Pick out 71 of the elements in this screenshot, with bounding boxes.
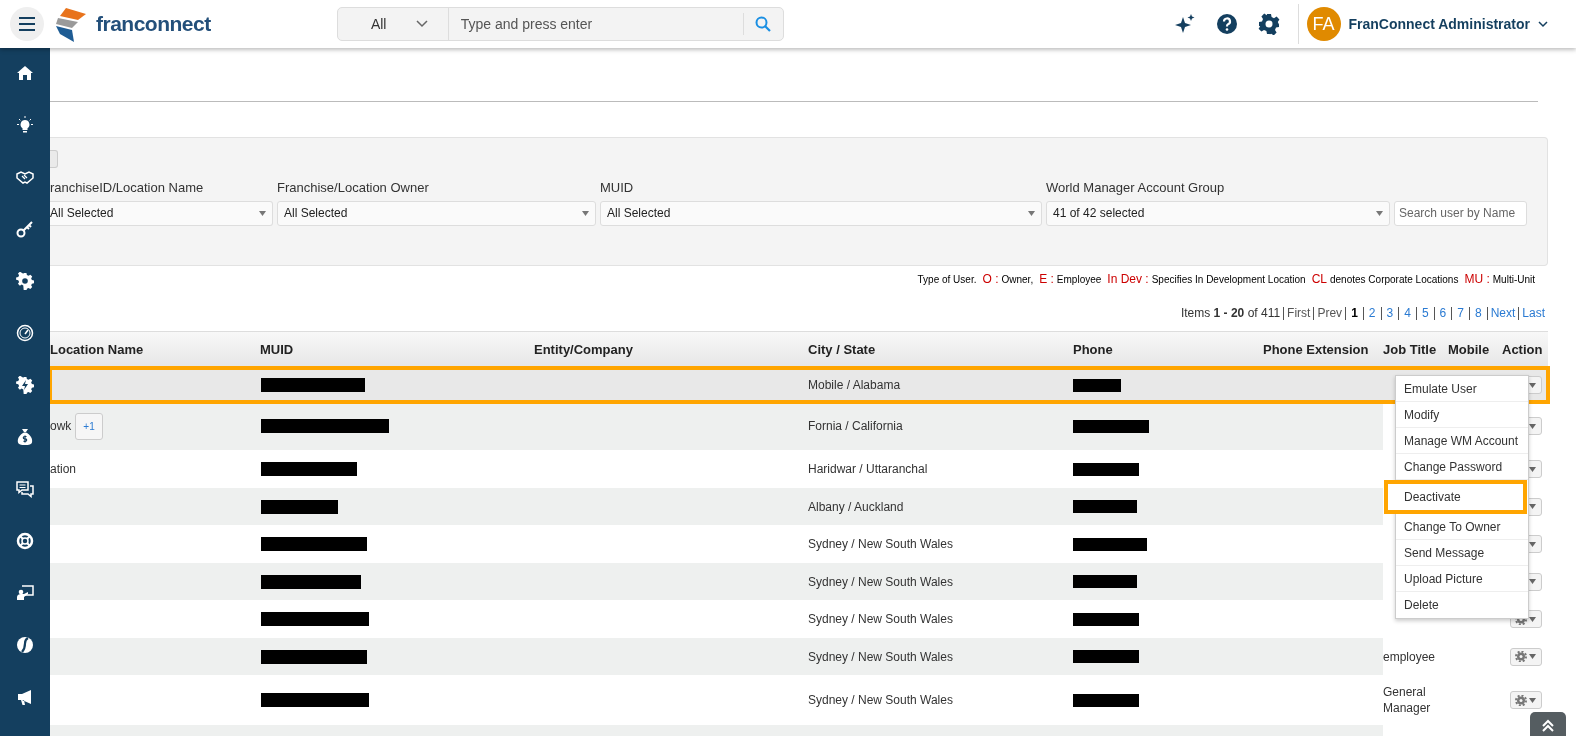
count-badge[interactable]: +1: [75, 412, 103, 440]
menu-item[interactable]: Emulate User: [1396, 376, 1528, 402]
table-row[interactable]: Albany / Auckland: [50, 488, 1383, 525]
legend-text: Multi-Unit: [1492, 273, 1535, 287]
legend-text: Specifies In Development Location: [1151, 273, 1306, 287]
column-header: Mobile: [1448, 341, 1491, 360]
column-header: Phone: [1073, 341, 1114, 360]
page-link[interactable]: 1: [1345, 306, 1363, 320]
table-cell-text: Albany / Auckland: [808, 498, 904, 516]
menu-item[interactable]: Change To Owner: [1396, 514, 1528, 540]
search-bar[interactable]: All Type and press enter: [336, 7, 784, 41]
legend-text: Owner,: [1001, 273, 1034, 287]
menu-item[interactable]: Modify: [1396, 402, 1528, 428]
logo-text: franconnect: [96, 11, 211, 38]
page-link[interactable]: 4: [1398, 306, 1416, 320]
pagination-summary: Items 1 - 20 of 411: [1180, 305, 1282, 322]
table-cell-text: Sydney / New South Wales: [808, 573, 953, 591]
table-row[interactable]: Sydney / New South Wales: [50, 563, 1383, 600]
column-header: City / State: [808, 341, 877, 360]
page-link[interactable]: 3: [1380, 306, 1399, 320]
menu-item[interactable]: Send Message: [1396, 540, 1528, 566]
filter-dropdown[interactable]: All Selected: [277, 200, 596, 226]
table-cell: employee: [1383, 648, 1436, 665]
page-link[interactable]: 2: [1362, 306, 1381, 320]
column-header: Phone Extension: [1263, 341, 1370, 360]
pagination-link[interactable]: Last: [1518, 306, 1548, 320]
page-link[interactable]: 7: [1451, 306, 1469, 320]
menu-item[interactable]: Upload Picture: [1396, 566, 1528, 592]
column-header: Action: [1502, 341, 1544, 360]
search-scope-dropdown[interactable]: All: [337, 8, 449, 40]
legend-code: E :: [1039, 271, 1054, 288]
page-link[interactable]: 8: [1468, 306, 1487, 320]
filter-label: Franchise/Location Owner: [277, 179, 430, 197]
table-cell-text: General Manager: [1383, 684, 1432, 716]
search-field[interactable]: Search user by Name: [1394, 200, 1527, 226]
table-cell-text: Haridwar / Uttaranchal: [808, 461, 928, 478]
legend-text: Type of User.: [917, 273, 977, 287]
page-link[interactable]: 5: [1415, 306, 1434, 320]
column-header: MUID: [260, 341, 295, 360]
menu-item[interactable]: Change Password: [1396, 454, 1528, 480]
column-header: Job Title: [1383, 341, 1438, 360]
column-header: Location Name: [50, 341, 145, 360]
menu-item[interactable]: Manage WM Account: [1396, 428, 1528, 454]
filter-dropdown[interactable]: All Selected: [50, 200, 273, 226]
legend-code: In Dev :: [1107, 271, 1149, 288]
filter-dropdown[interactable]: All Selected: [600, 200, 1042, 226]
menu-item[interactable]: Delete: [1396, 592, 1528, 618]
table-cell-text: Sydney / New South Wales: [808, 692, 953, 709]
legend-code: O :: [982, 271, 999, 288]
table-cell-text: Fornia / California: [808, 418, 903, 435]
column-header: Entity/Company: [534, 341, 634, 360]
table-cell-text: Sydney / New South Wales: [808, 648, 953, 666]
table-cell-text: ation: [50, 461, 77, 478]
filter-label: MUID: [600, 179, 635, 197]
table-cell-text: Sydney / New South Wales: [808, 611, 953, 628]
legend-text: denotes Corporate Locations: [1330, 273, 1459, 287]
filter-label: World Manager Account Group: [1046, 179, 1226, 197]
table-cell-text: Mobile / Alabama: [808, 377, 901, 394]
table-cell-text: owk: [50, 418, 72, 435]
filter-dropdown[interactable]: 41 of 42 selected: [1046, 200, 1390, 226]
legend-text: Employee: [1056, 273, 1102, 287]
menu-item[interactable]: Deactivate: [1384, 480, 1527, 514]
table-row[interactable]: Sydney / New South Wales: [50, 638, 1383, 675]
legend-code: CL: [1311, 271, 1327, 288]
legend-code: MU :: [1464, 271, 1490, 288]
table-row[interactable]: owk +1 Fornia / California: [50, 402, 1383, 450]
filter-label: ranchiseID/Location Name: [50, 179, 205, 197]
table-cell-text: Sydney / New South Wales: [808, 536, 953, 553]
user-menu[interactable]: FranConnect Administrator: [1348, 13, 1530, 35]
pagination-link[interactable]: Next: [1486, 306, 1519, 320]
page-link[interactable]: 6: [1433, 306, 1452, 320]
